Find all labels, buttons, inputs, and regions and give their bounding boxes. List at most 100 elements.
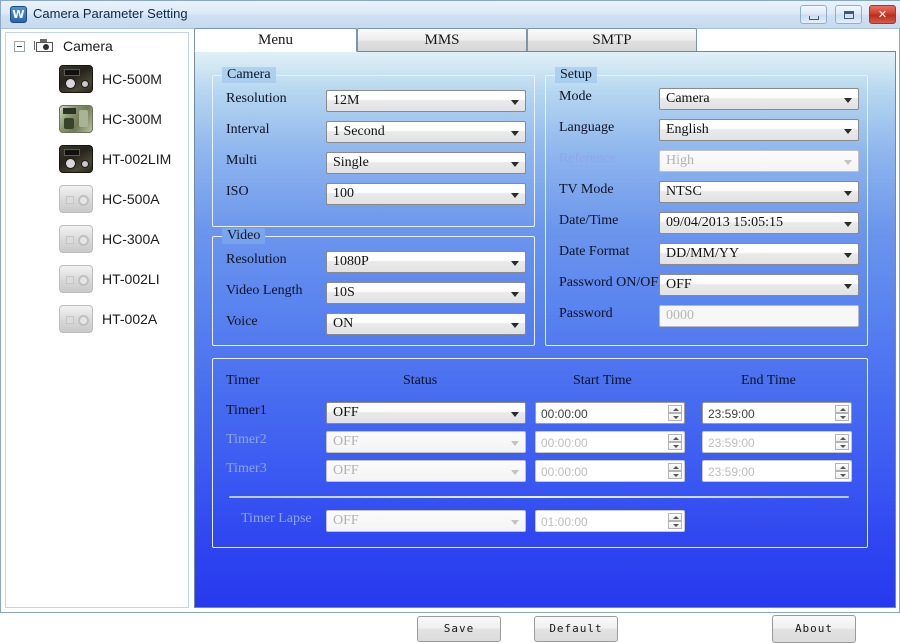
timer-group: Timer Status Start Time End Time Timer1 …: [212, 358, 868, 548]
setup-mode-label: Mode: [559, 89, 592, 104]
spinner-down-icon: [835, 471, 849, 479]
camera-row-multi: Multi Single: [213, 152, 534, 174]
video-row-length: Video Length 10S: [213, 282, 534, 304]
timer-lapse-spinner: [668, 513, 682, 529]
settings-panel: Camera Resolution 12M Interval 1 Second: [194, 51, 896, 643]
chevron-down-icon: [844, 160, 852, 165]
camera-iso-value: 100: [333, 186, 354, 201]
tree-root-label: Camera: [63, 38, 113, 54]
spinner-up-icon: [835, 463, 849, 471]
setup-dateformat-combo[interactable]: DD/MM/YY: [659, 243, 859, 265]
camera-multi-combo[interactable]: Single: [326, 152, 526, 174]
spinner-down-icon: [668, 442, 682, 450]
setup-password-input[interactable]: 0000: [659, 305, 859, 327]
close-icon: ✕: [877, 8, 888, 21]
timer1-start-spinner[interactable]: [668, 405, 682, 421]
spinner-up-icon[interactable]: [835, 405, 849, 413]
video-voice-combo[interactable]: ON: [326, 313, 526, 335]
timer2-end-time-value: 23:59:00: [708, 436, 755, 450]
device-thumbnail-icon: [59, 305, 93, 333]
setup-password-onoff-combo[interactable]: OFF: [659, 274, 859, 296]
chevron-down-icon: [844, 129, 852, 134]
minimize-icon: [809, 16, 820, 20]
application-window: W Camera Parameter Setting ✕ Camera HC-5…: [0, 0, 900, 643]
device-thumbnail-icon: [59, 145, 93, 173]
timer-header-start-time: Start Time: [573, 373, 632, 388]
tree-item-label: HT-002LI: [102, 271, 160, 287]
tree-item-ht-002li[interactable]: HT-002LI: [6, 259, 188, 299]
window-title: Camera Parameter Setting: [33, 6, 188, 21]
timer1-end-time-field[interactable]: 23:59:00: [702, 402, 852, 424]
timer-lapse-interval-value: 01:00:00: [541, 515, 588, 529]
chevron-down-icon: [511, 100, 519, 105]
timer-row-1: Timer1 OFF 00:00:00 23:59:00: [213, 402, 867, 424]
camera-multi-value: Single: [333, 155, 369, 170]
video-resolution-combo[interactable]: 1080P: [326, 251, 526, 273]
minimize-button[interactable]: [800, 5, 828, 24]
device-tree-panel[interactable]: Camera HC-500M HC-300M HT-002LIM HC-500A…: [5, 32, 189, 608]
tree-root-camera[interactable]: Camera: [6, 33, 188, 59]
collapse-toggle-icon[interactable]: [14, 40, 25, 52]
setup-datetime-combo[interactable]: 09/04/2013 15:05:15: [659, 212, 859, 234]
chevron-down-icon: [511, 441, 519, 446]
tab-smtp[interactable]: SMTP: [527, 28, 697, 52]
video-length-combo[interactable]: 10S: [326, 282, 526, 304]
timer-row-3: Timer3 OFF 00:00:00 23:59:00: [213, 460, 867, 482]
spinner-up-icon: [668, 513, 682, 521]
tab-mms[interactable]: MMS: [357, 28, 527, 52]
chevron-down-icon: [511, 323, 519, 328]
timer2-end-spinner: [835, 434, 849, 450]
tree-item-hc-500a[interactable]: HC-500A: [6, 179, 188, 219]
setup-mode-value: Camera: [666, 91, 710, 106]
video-length-label: Video Length: [226, 283, 303, 298]
camera-row-resolution: Resolution 12M: [213, 90, 534, 112]
video-voice-label: Voice: [226, 314, 258, 329]
tab-menu[interactable]: Menu: [194, 28, 357, 52]
save-button[interactable]: Save: [417, 616, 501, 642]
chevron-down-icon: [511, 470, 519, 475]
camera-interval-combo[interactable]: 1 Second: [326, 121, 526, 143]
timer1-end-time-value: 23:59:00: [708, 407, 755, 421]
tree-item-label: HC-500A: [102, 191, 160, 207]
maximize-button[interactable]: [834, 5, 862, 24]
chevron-down-icon: [511, 162, 519, 167]
spinner-down-icon[interactable]: [835, 413, 849, 421]
tree-item-hc-500m[interactable]: HC-500M: [6, 59, 188, 99]
setup-tvmode-combo[interactable]: NTSC: [659, 181, 859, 203]
setup-mode-combo[interactable]: Camera: [659, 88, 859, 110]
timer1-label: Timer1: [226, 403, 267, 418]
camera-resolution-combo[interactable]: 12M: [326, 90, 526, 112]
setup-group-legend: Setup: [555, 67, 597, 83]
about-button[interactable]: About: [772, 615, 856, 643]
timer-row-2: Timer2 OFF 00:00:00 23:59:00: [213, 431, 867, 453]
setup-row-tvmode: TV Mode NTSC: [546, 181, 867, 203]
tree-item-ht-002lim[interactable]: HT-002LIM: [6, 139, 188, 179]
timer1-end-spinner[interactable]: [835, 405, 849, 421]
timer-lapse-interval-field: 01:00:00: [535, 510, 685, 532]
chevron-down-icon: [511, 131, 519, 136]
device-thumbnail-icon: [59, 225, 93, 253]
spinner-up-icon[interactable]: [668, 405, 682, 413]
tree-item-hc-300a[interactable]: HC-300A: [6, 219, 188, 259]
tree-item-ht-002a[interactable]: HT-002A: [6, 299, 188, 339]
default-button[interactable]: Default: [534, 616, 618, 642]
close-button[interactable]: ✕: [869, 5, 896, 24]
setup-language-label: Language: [559, 120, 615, 135]
setup-tvmode-value: NTSC: [666, 184, 702, 199]
timer-header-end-time: End Time: [741, 373, 796, 388]
spinner-down-icon: [668, 521, 682, 529]
tree-item-hc-300m[interactable]: HC-300M: [6, 99, 188, 139]
camera-iso-combo[interactable]: 100: [326, 183, 526, 205]
chevron-down-icon: [844, 222, 852, 227]
setup-language-value: English: [666, 122, 709, 137]
tree-item-label: HC-300A: [102, 231, 160, 247]
timer1-status-combo[interactable]: OFF: [326, 402, 526, 424]
timer1-start-time-field[interactable]: 00:00:00: [535, 402, 685, 424]
timer3-end-time-value: 23:59:00: [708, 465, 755, 479]
setup-datetime-value: 09/04/2013 15:05:15: [666, 215, 784, 230]
setup-password-onoff-value: OFF: [666, 277, 692, 292]
tree-item-label: HT-002LIM: [102, 151, 172, 167]
spinner-down-icon[interactable]: [668, 413, 682, 421]
timer1-start-time-value: 00:00:00: [541, 407, 588, 421]
setup-language-combo[interactable]: English: [659, 119, 859, 141]
